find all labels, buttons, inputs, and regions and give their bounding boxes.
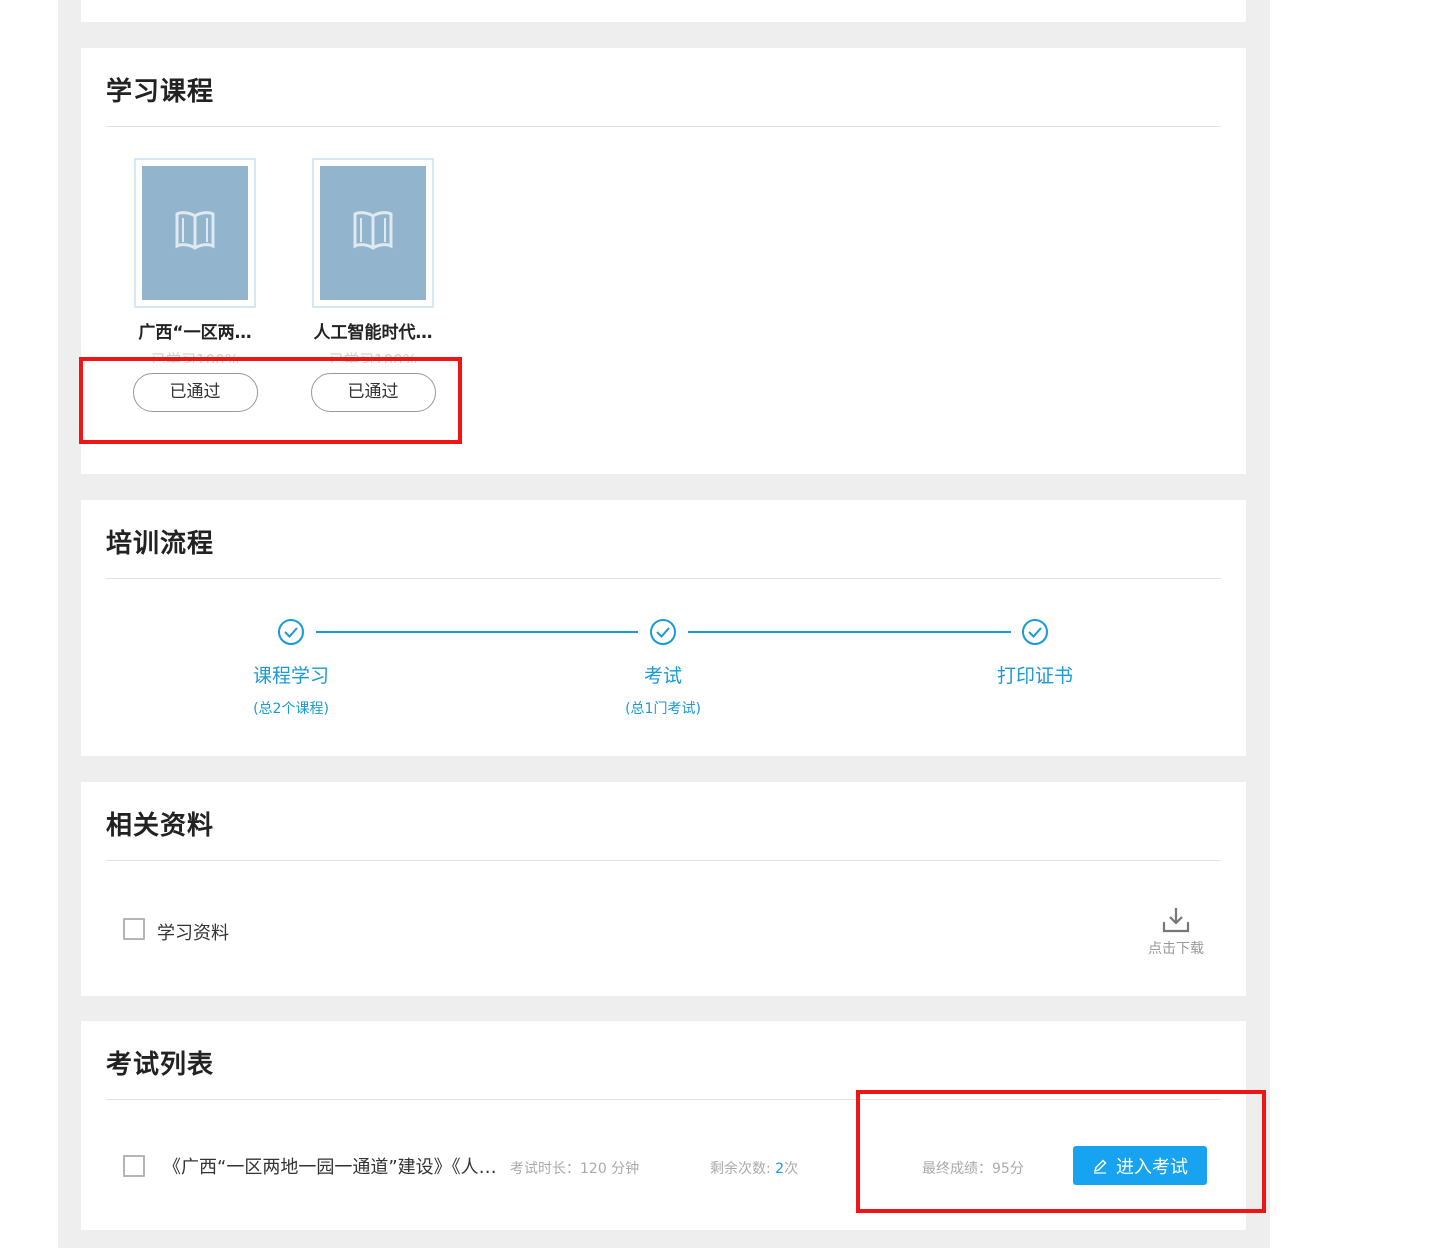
exam-duration: 考试时长：120 分钟 [510, 1158, 639, 1178]
section-title: 培训流程 [106, 529, 215, 559]
step-label: 打印证书 [996, 665, 1073, 687]
duration-value: 120 分钟 [580, 1161, 640, 1177]
flow-step-certificate: 打印证书 [945, 618, 1125, 698]
book-icon [353, 211, 393, 250]
check-circle-icon [650, 619, 676, 645]
divider [106, 860, 1221, 861]
training-flow-section: 培训流程 课程学习 (总2个课程) 考试 (总1门考试) 打印证书 [81, 500, 1246, 756]
step-sub: (总2个课程) [253, 701, 329, 717]
section-title: 相关资料 [106, 811, 215, 841]
exam-remaining: 剩余次数: 2次 [710, 1158, 798, 1178]
courses-section: 学习课程 广西“一区两… 已学习100% 已通过 人工智能时代… 已学习100%… [79, 48, 1246, 474]
remaining-unit: 次 [784, 1161, 799, 1177]
check-circle-icon [1022, 619, 1048, 645]
course-thumbnail[interactable] [134, 158, 256, 308]
section-title: 学习课程 [106, 77, 215, 107]
remaining-value: 2 [775, 1161, 785, 1177]
remaining-label: 剩余次数: [710, 1161, 776, 1177]
divider [106, 578, 1221, 579]
download-icon [1162, 908, 1190, 933]
highlight-box [856, 1090, 1266, 1213]
exam-title[interactable]: 《广西“一区两地一园一通道”建设》《人工智能时代… [163, 1153, 508, 1179]
check-circle-icon [278, 619, 304, 645]
materials-section: 相关资料 学习资料 点击下载 [81, 782, 1246, 996]
course-thumbnail[interactable] [312, 158, 434, 308]
divider [106, 126, 1221, 127]
highlight-box [79, 357, 462, 444]
step-label: 课程学习 [252, 665, 329, 687]
download-label[interactable]: 点击下载 [1144, 938, 1208, 958]
book-icon [175, 211, 215, 250]
course-title[interactable]: 广西“一区两… [130, 318, 260, 343]
flow-step-course: 课程学习 (总2个课程) [201, 618, 381, 718]
exam-checkbox[interactable] [123, 1155, 145, 1177]
previous-section-card [81, 0, 1246, 22]
download-button[interactable]: 点击下载 [1144, 906, 1208, 958]
section-title: 考试列表 [106, 1050, 215, 1080]
duration-label: 考试时长： [510, 1161, 580, 1177]
step-label: 考试 [643, 665, 682, 687]
flow-step-exam: 考试 (总1门考试) [573, 618, 753, 718]
step-sub: (总1门考试) [625, 701, 701, 717]
course-title[interactable]: 人工智能时代… [308, 318, 438, 343]
material-checkbox[interactable] [123, 918, 145, 940]
material-label[interactable]: 学习资料 [157, 919, 229, 945]
exam-list-section: 考试列表 《广西“一区两地一园一通道”建设》《人工智能时代… 考试时长：120 … [81, 1021, 1266, 1230]
